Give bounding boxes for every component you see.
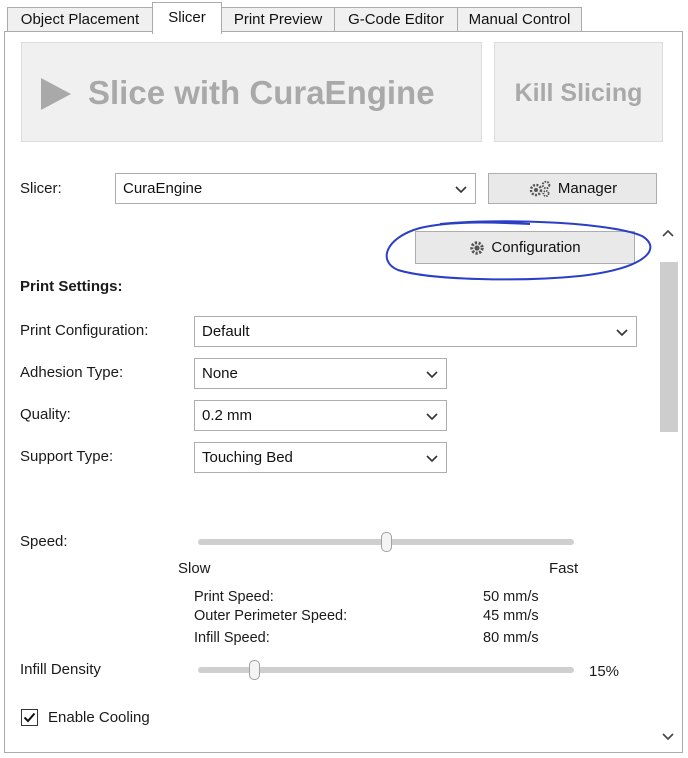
vertical-scrollbar[interactable] — [656, 222, 680, 750]
tab-label: Print Preview — [233, 11, 323, 28]
adhesion-type-select[interactable]: None — [194, 358, 447, 389]
support-type-select[interactable]: Touching Bed — [194, 442, 447, 473]
tab-manual-control[interactable]: Manual Control — [457, 7, 582, 32]
print-configuration-label: Print Configuration: — [20, 322, 149, 339]
outer-perimeter-speed-value: 45 mm/s — [483, 608, 539, 624]
support-type-value: Touching Bed — [202, 449, 293, 466]
enable-cooling-label: Enable Cooling — [48, 709, 150, 726]
highlight-annotation — [385, 220, 652, 281]
quality-label: Quality: — [20, 406, 71, 423]
infill-slider-thumb[interactable] — [248, 660, 260, 680]
slicer-select-value: CuraEngine — [123, 180, 203, 197]
play-icon — [41, 78, 71, 110]
adhesion-type-value: None — [202, 365, 238, 382]
chevron-down-icon — [455, 186, 467, 194]
slicer-select[interactable]: CuraEngine — [115, 173, 476, 204]
enable-cooling-checkbox[interactable] — [21, 709, 38, 726]
tab-label: Object Placement — [20, 11, 140, 28]
tab-label: G-Code Editor — [348, 11, 444, 28]
checkmark-icon — [23, 712, 36, 723]
tab-gcode-editor[interactable]: G-Code Editor — [334, 7, 458, 32]
speed-label: Speed: — [20, 533, 68, 550]
quality-select[interactable]: 0.2 mm — [194, 400, 447, 431]
slicer-label: Slicer: — [20, 180, 62, 197]
kill-slicing-button[interactable]: Kill Slicing — [494, 42, 663, 142]
adhesion-type-label: Adhesion Type: — [20, 364, 124, 381]
print-configuration-value: Default — [202, 323, 250, 340]
print-speed-label: Print Speed: — [194, 589, 274, 605]
infill-density-label: Infill Density — [20, 661, 101, 678]
speed-slow-label: Slow — [178, 560, 211, 577]
manager-button[interactable]: Manager — [488, 173, 657, 204]
print-settings-heading: Print Settings: — [20, 278, 123, 295]
chevron-down-icon — [426, 455, 438, 463]
infill-density-value: 15% — [589, 663, 620, 680]
chevron-down-icon — [616, 329, 628, 337]
kill-slicing-label: Kill Slicing — [514, 79, 643, 107]
chevron-down-icon — [426, 371, 438, 379]
scroll-up-icon[interactable] — [662, 228, 674, 238]
print-speed-value: 50 mm/s — [483, 589, 539, 605]
tab-print-preview[interactable]: Print Preview — [221, 7, 335, 32]
infill-speed-label: Infill Speed: — [194, 630, 270, 646]
tab-strip: Object Placement Slicer Print Preview G-… — [0, 0, 688, 34]
print-configuration-select[interactable]: Default — [194, 316, 637, 347]
speed-slider-thumb[interactable] — [380, 532, 392, 552]
support-type-label: Support Type: — [20, 448, 114, 465]
tab-label: Slicer — [168, 9, 206, 26]
outer-perimeter-speed-label: Outer Perimeter Speed: — [194, 608, 348, 624]
quality-value: 0.2 mm — [202, 407, 253, 424]
tab-slicer[interactable]: Slicer — [152, 2, 222, 34]
tab-object-placement[interactable]: Object Placement — [7, 7, 153, 32]
scrollbar-thumb[interactable] — [660, 262, 678, 432]
gears-icon — [529, 180, 551, 197]
infill-speed-value: 80 mm/s — [483, 630, 539, 646]
tab-label: Manual Control — [468, 11, 571, 28]
speed-fast-label: Fast — [549, 560, 579, 577]
scroll-down-icon[interactable] — [662, 732, 674, 742]
slice-button-label: Slice with CuraEngine — [88, 74, 435, 111]
chevron-down-icon — [426, 413, 438, 421]
manager-button-label: Manager — [557, 180, 618, 197]
slice-button[interactable]: Slice with CuraEngine — [21, 42, 482, 142]
